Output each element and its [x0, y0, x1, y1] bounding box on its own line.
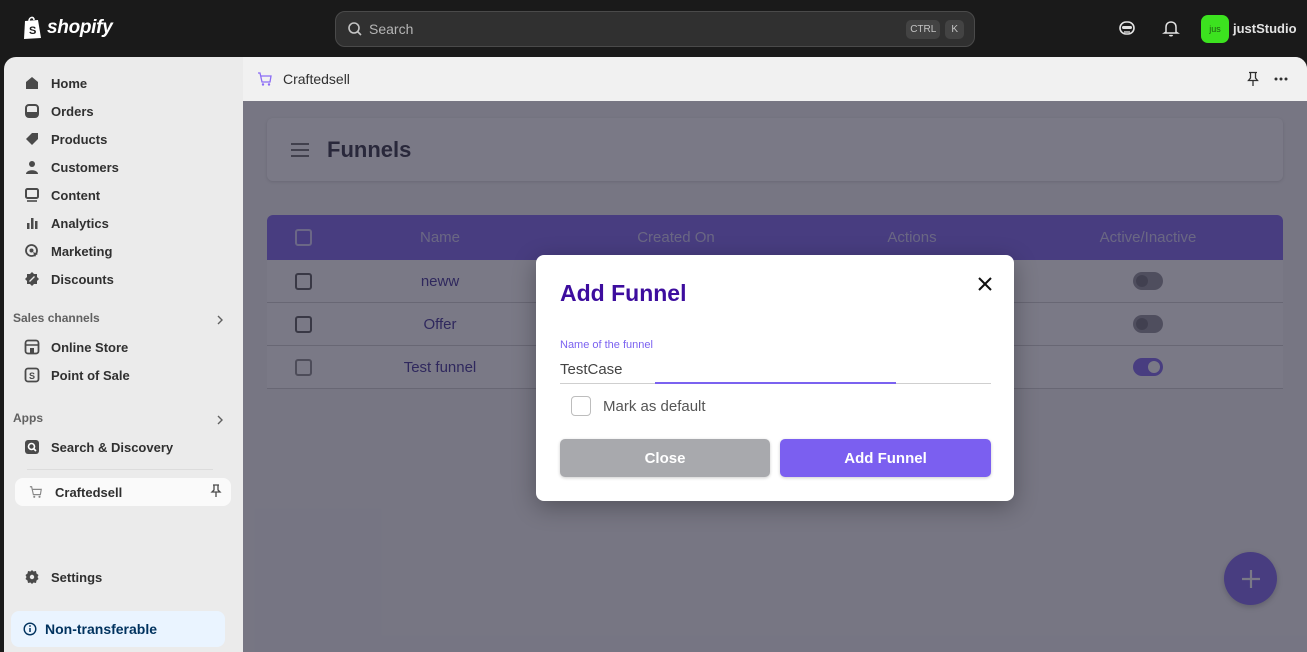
sidebar-item-customers[interactable]: Customers [24, 155, 119, 179]
sidebar-item-orders[interactable]: Orders [24, 99, 94, 123]
sidebar-item-label: Online Store [51, 339, 129, 355]
svg-text:S: S [29, 371, 35, 381]
target-icon [25, 244, 38, 257]
sidebar-item-marketing[interactable]: Marketing [24, 239, 112, 263]
close-icon[interactable] [975, 274, 995, 294]
sidebar-item-label: Home [51, 75, 88, 91]
sidebar-item-label: Products [51, 131, 108, 147]
search-bar[interactable]: Search CTRL K [335, 11, 975, 47]
sidebar-item-settings[interactable]: Settings [24, 565, 102, 589]
sidebar-item-discounts[interactable]: Discounts [24, 267, 114, 291]
mark-default-label[interactable]: Mark as default [603, 398, 706, 415]
cart-icon [258, 72, 272, 86]
sidebar-item-label: Search & Discovery [51, 439, 174, 455]
close-button[interactable]: Close [560, 439, 770, 477]
shortcut-key-ctrl: CTRL [906, 19, 941, 39]
search-icon [348, 22, 362, 36]
apps-title[interactable]: Apps [13, 411, 43, 425]
sidebar-item-analytics[interactable]: Analytics [24, 211, 109, 235]
sidebar-item-label: Craftedsell [55, 484, 123, 500]
sidebar-item-home[interactable]: Home [24, 71, 87, 95]
sidebar: Home Orders Products Customers Content A… [4, 57, 243, 652]
sidebar-item-label: Content [51, 187, 101, 203]
bar-chart-icon [27, 218, 38, 229]
store-name[interactable]: justStudio [1233, 21, 1297, 36]
person-icon [26, 161, 38, 174]
discount-icon [25, 272, 39, 286]
home-icon [26, 77, 38, 89]
non-transferable-badge[interactable]: Non-transferable [11, 611, 225, 647]
app-header: Craftedsell [243, 57, 1307, 101]
non-transferable-label: Non-transferable [45, 621, 158, 637]
svg-text:S: S [29, 25, 36, 37]
sidebar-item-online-store[interactable]: Online Store [24, 335, 128, 359]
search-placeholder: Search [369, 21, 414, 37]
cart-icon [29, 486, 42, 498]
sidebar-item-products[interactable]: Products [24, 127, 107, 151]
shortcut-key-k: K [945, 19, 964, 39]
chevron-right-icon[interactable] [215, 415, 225, 425]
brand-name: shopify [47, 16, 113, 38]
sidebar-item-label: Orders [51, 103, 94, 119]
search-discovery-icon [25, 440, 39, 454]
chevron-right-icon[interactable] [215, 315, 225, 325]
shopify-bag-icon: S [24, 16, 41, 39]
sidebar-item-label: Discounts [51, 271, 114, 287]
add-funnel-modal: Add Funnel Name of the funnel Mark as de… [536, 255, 1014, 501]
sidebar-item-content[interactable]: Content [24, 183, 100, 207]
input-focus-indicator [655, 382, 896, 384]
gear-icon [25, 570, 39, 584]
sidebar-item-search-discovery[interactable]: Search & Discovery [24, 435, 173, 459]
bell-icon[interactable] [1161, 18, 1181, 38]
sidebar-item-label: Settings [51, 569, 103, 585]
sidebar-item-label: Point of Sale [51, 367, 130, 383]
info-icon [23, 622, 37, 636]
sidebar-divider [27, 469, 213, 470]
shopify-logo[interactable]: S shopify [22, 15, 113, 40]
app-title: Craftedsell [283, 71, 350, 87]
sales-channels-title[interactable]: Sales channels [13, 311, 100, 325]
add-funnel-button[interactable]: Add Funnel [780, 439, 991, 477]
sidebar-item-craftedsell[interactable]: Craftedsell [15, 478, 231, 506]
content-icon [25, 188, 39, 202]
more-options-icon[interactable] [1273, 71, 1289, 87]
tag-icon [26, 133, 38, 145]
store-avatar[interactable]: jus [1201, 15, 1229, 43]
pin-icon[interactable] [209, 484, 223, 498]
funnel-name-input[interactable] [560, 356, 991, 384]
pin-icon[interactable] [1246, 71, 1260, 87]
assistant-icon[interactable] [1117, 18, 1137, 38]
sidebar-item-label: Marketing [51, 243, 113, 259]
sidebar-item-point-of-sale[interactable]: S Point of Sale [24, 363, 130, 387]
mark-default-checkbox[interactable] [571, 396, 591, 416]
top-bar: S shopify Search CTRL K jus justStudio [0, 0, 1307, 57]
modal-title: Add Funnel [560, 280, 687, 306]
store-icon [24, 339, 40, 355]
orders-icon [25, 104, 39, 118]
mark-default-row[interactable]: Mark as default [571, 396, 706, 416]
sidebar-item-label: Customers [51, 159, 119, 175]
funnel-name-label: Name of the funnel [560, 339, 653, 351]
sidebar-item-label: Analytics [51, 215, 109, 231]
pos-icon: S [24, 367, 40, 383]
